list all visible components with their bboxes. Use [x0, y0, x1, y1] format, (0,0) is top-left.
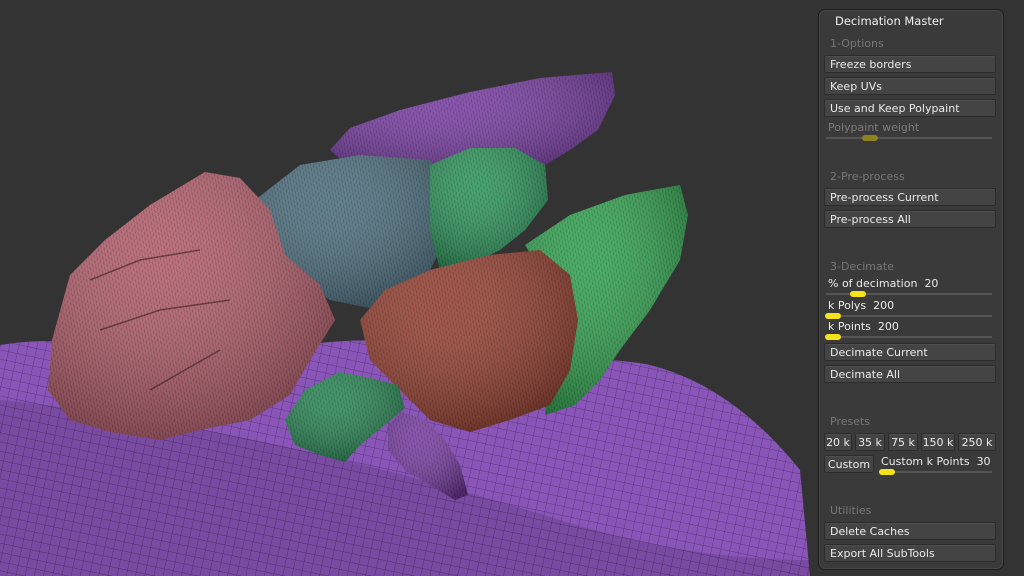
delete-caches-button[interactable]: Delete Caches	[824, 522, 996, 540]
k-polys-slider[interactable]: k Polys 200	[824, 298, 996, 319]
preprocess-section-header: 2-Pre-process	[830, 170, 905, 183]
decimate-all-button[interactable]: Decimate All	[824, 365, 996, 383]
slider-knob[interactable]	[862, 135, 878, 141]
decimate-section-header: 3-Decimate	[830, 260, 894, 273]
presets-section-header: Presets	[830, 415, 871, 428]
decimation-master-panel: Decimation Master 1-Options Freeze borde…	[818, 9, 1004, 570]
preset-150k-button[interactable]: 150 k	[921, 433, 955, 451]
slider-track	[879, 471, 992, 473]
preset-35k-button[interactable]: 35 k	[855, 433, 885, 451]
slider-track	[826, 137, 992, 139]
3d-viewport[interactable]	[0, 0, 810, 576]
preset-20k-button[interactable]: 20 k	[824, 433, 852, 451]
use-keep-polypaint-button[interactable]: Use and Keep Polypaint	[824, 99, 996, 117]
decimate-current-button[interactable]: Decimate Current	[824, 343, 996, 361]
slider-track	[826, 315, 992, 317]
percent-decimation-label: % of decimation 20	[828, 277, 939, 290]
preset-250k-button[interactable]: 250 k	[958, 433, 996, 451]
percent-decimation-value: 20	[924, 277, 939, 290]
export-all-subtools-button[interactable]: Export All SubTools	[824, 544, 996, 562]
custom-k-points-slider[interactable]: Custom k Points 30	[877, 454, 996, 475]
sculpt-scene	[0, 72, 810, 576]
percent-decimation-slider[interactable]: % of decimation 20	[824, 276, 996, 297]
slider-knob[interactable]	[825, 334, 841, 340]
preprocess-current-button[interactable]: Pre-process Current	[824, 188, 996, 206]
slider-track	[826, 336, 992, 338]
panel-title: Decimation Master	[835, 14, 944, 28]
options-section-header: 1-Options	[830, 37, 884, 50]
custom-preset-button[interactable]: Custom	[824, 455, 874, 473]
k-polys-value: 200	[873, 299, 895, 312]
slider-knob[interactable]	[879, 469, 895, 475]
freeze-borders-button[interactable]: Freeze borders	[824, 55, 996, 73]
preprocess-all-button[interactable]: Pre-process All	[824, 210, 996, 228]
k-points-slider[interactable]: k Points 200	[824, 319, 996, 340]
custom-k-points-label: Custom k Points 30	[881, 455, 991, 468]
k-points-value: 200	[877, 320, 899, 333]
slider-knob[interactable]	[850, 291, 866, 297]
keep-uvs-button[interactable]: Keep UVs	[824, 77, 996, 95]
custom-k-points-value: 30	[976, 455, 991, 468]
polypaint-weight-slider[interactable]: Polypaint weight	[824, 120, 996, 141]
preset-75k-button[interactable]: 75 k	[888, 433, 918, 451]
polypaint-weight-label: Polypaint weight	[828, 121, 920, 134]
k-polys-label: k Polys 200	[828, 299, 895, 312]
utilities-section-header: Utilities	[830, 504, 872, 517]
k-points-label: k Points 200	[828, 320, 899, 333]
